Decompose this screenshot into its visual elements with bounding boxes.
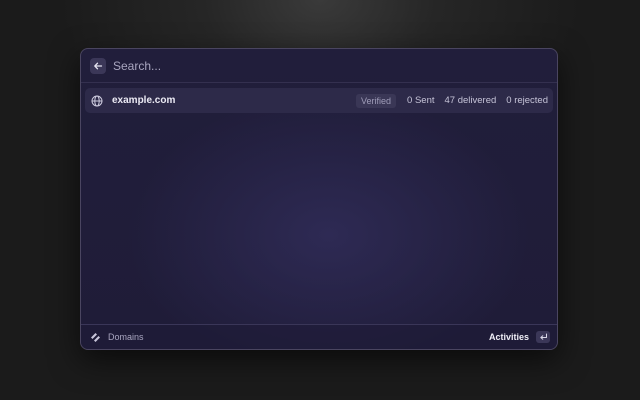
status-badge: Verified (356, 93, 397, 108)
delivered-count: 47 delivered (444, 95, 497, 106)
command-palette: example.com Verified 0 Sent 47 delivered… (80, 48, 558, 350)
list-item-domain[interactable]: example.com Verified 0 Sent 47 delivered… (85, 88, 553, 113)
footer-bar: Domains Activities (81, 324, 557, 349)
results-list: example.com Verified 0 Sent 47 delivered… (81, 83, 557, 118)
activities-action[interactable]: Activities (489, 332, 529, 342)
footer-section-label: Domains (108, 332, 144, 342)
enter-key-icon[interactable] (536, 331, 550, 343)
back-button[interactable] (90, 57, 106, 74)
domain-name: example.com (112, 95, 176, 106)
search-bar (81, 49, 557, 83)
sent-count: 0 Sent (407, 95, 435, 106)
rejected-count: 0 rejected (506, 95, 548, 106)
search-input[interactable] (113, 58, 548, 73)
app-logo-icon (88, 330, 102, 344)
arrow-left-icon (94, 62, 103, 69)
globe-icon (90, 94, 104, 108)
